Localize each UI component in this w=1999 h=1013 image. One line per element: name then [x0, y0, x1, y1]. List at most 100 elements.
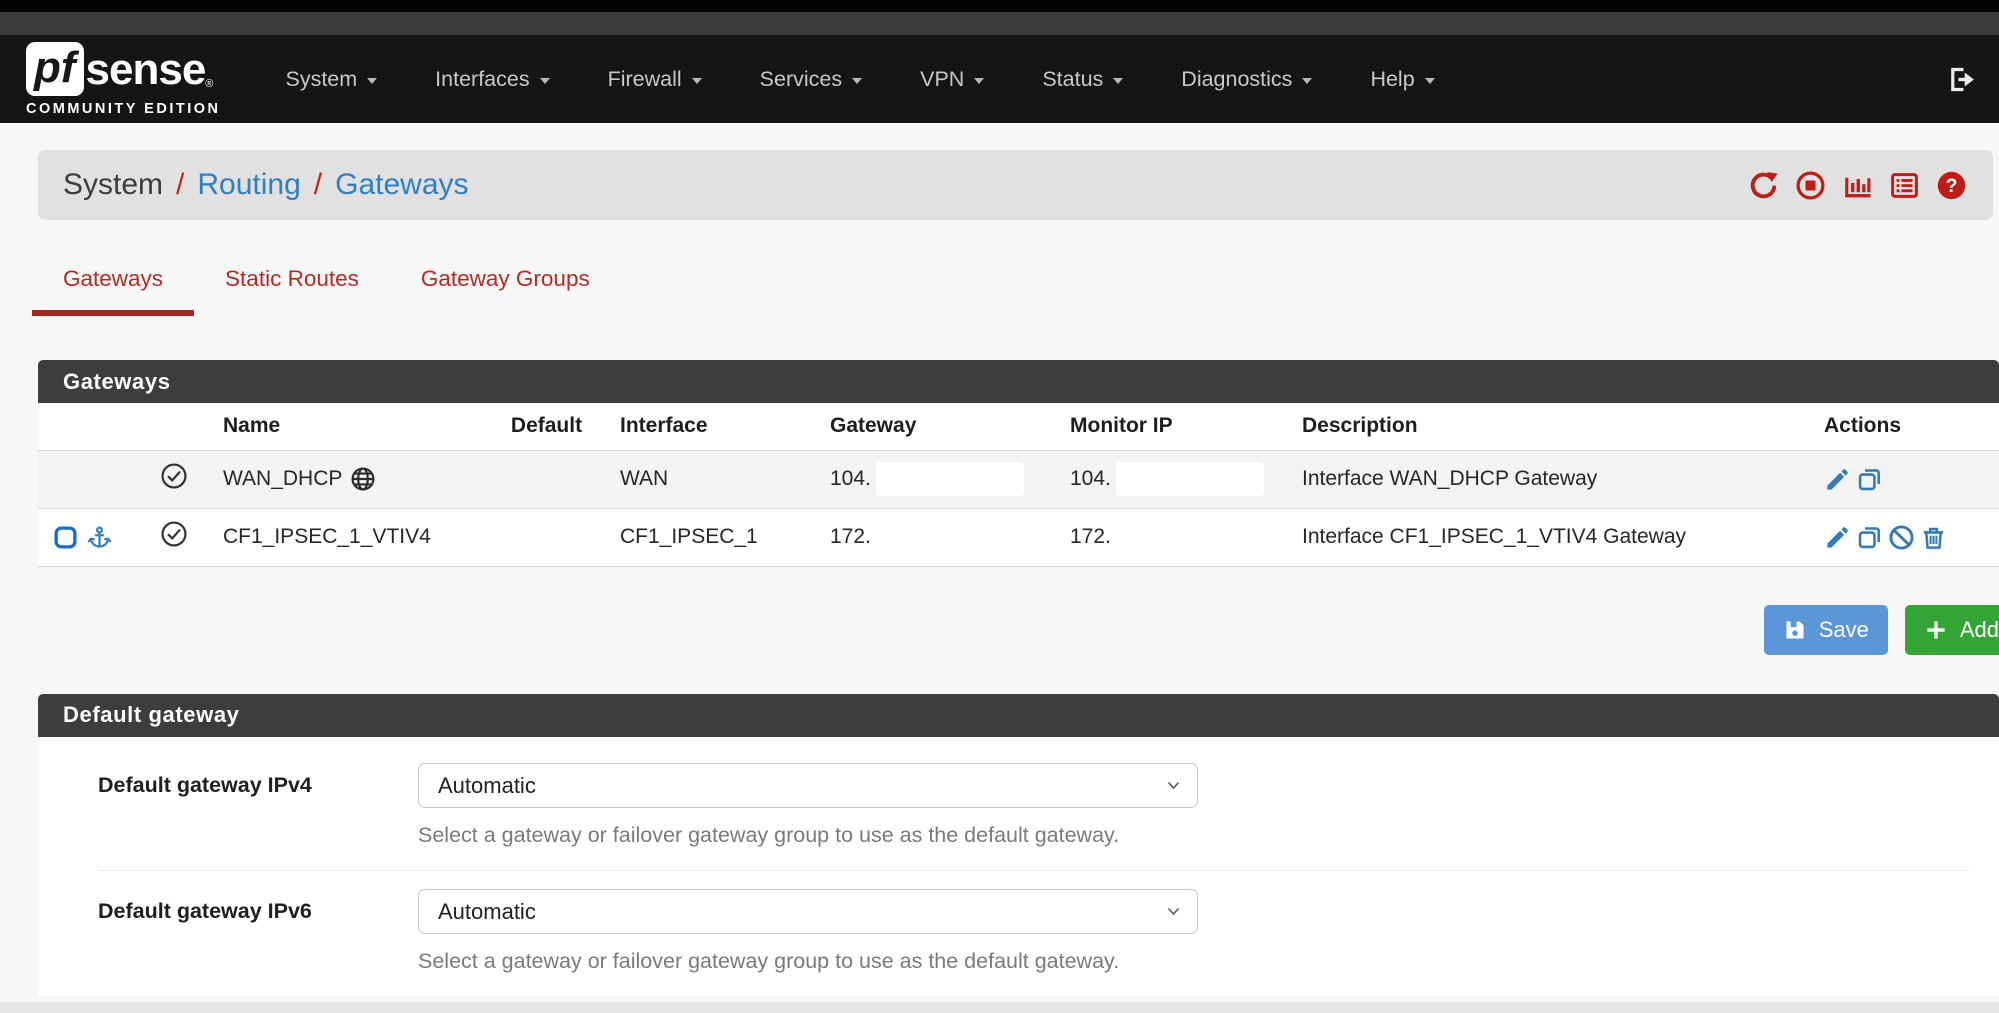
column-header-actions: Actions	[1810, 403, 1999, 450]
delete-action-icon[interactable]	[1920, 524, 1947, 551]
row-select-cell	[38, 525, 145, 550]
field-help-text: Select a gateway or failover gateway gro…	[418, 823, 1198, 848]
column-header-empty	[145, 403, 203, 450]
caret-down-icon	[692, 78, 702, 84]
caret-down-icon	[540, 78, 550, 84]
nav-item-firewall[interactable]: Firewall	[579, 35, 731, 123]
breadcrumb: System/Routing/Gateways	[63, 168, 469, 202]
field-control: Automatic Select a gateway or failover ga…	[418, 763, 1198, 848]
tab-label: Static Routes	[225, 266, 359, 291]
page: pf sense ® COMMUNITY EDITION System Inter…	[0, 0, 1999, 1013]
stop-icon[interactable]	[1795, 170, 1826, 201]
caret-down-icon	[852, 78, 862, 84]
breadcrumb-item-gateways[interactable]: Gateways	[335, 168, 468, 202]
monitor-ip-cell: 172.	[1055, 520, 1290, 554]
tab-gateways[interactable]: Gateways	[32, 266, 194, 316]
add-button[interactable]: Add	[1905, 605, 1999, 655]
nav-item-system[interactable]: System	[256, 35, 406, 123]
field-help-text: Select a gateway or failover gateway gro…	[418, 949, 1198, 974]
nav-item-label: Help	[1370, 67, 1414, 92]
field-control: Automatic Select a gateway or failover ga…	[418, 889, 1198, 974]
button-row: Save Add	[38, 605, 1999, 655]
tab-bar: Gateways Static Routes Gateway Groups	[32, 266, 1999, 316]
select-wrap: Automatic	[418, 889, 1198, 934]
gateway-name-cell: WAN_DHCP	[203, 466, 488, 492]
redacted-ip	[1116, 462, 1264, 496]
default-gateway-form: Default gateway IPv4AutomaticSelect a ga…	[38, 737, 1999, 996]
caret-down-icon	[1425, 78, 1435, 84]
monitor-ip: 172.	[1070, 525, 1111, 549]
default-cell	[488, 508, 605, 566]
anchor-icon[interactable]	[87, 525, 112, 550]
interface-cell: WAN	[605, 450, 815, 508]
description-cell: Interface CF1_IPSEC_1_VTIV4 Gateway	[1290, 508, 1810, 566]
registered-mark: ®	[205, 78, 213, 90]
tab-gateway-groups[interactable]: Gateway Groups	[390, 266, 621, 316]
default-gateway-panel-title: Default gateway	[38, 694, 1999, 737]
tab-static-routes[interactable]: Static Routes	[194, 266, 390, 316]
help-icon[interactable]: ?	[1936, 170, 1967, 201]
column-header-interface: Interface	[605, 403, 815, 450]
gateway-ip: 104.	[830, 467, 871, 491]
breadcrumb-separator: /	[176, 168, 184, 202]
table-row-cf1-ipsec-1-vtiv4: CF1_IPSEC_1_VTIV4CF1_IPSEC_1172.172.Inte…	[38, 508, 1999, 566]
nav-item-label: VPN	[920, 67, 964, 92]
gateways-table: NameDefaultInterfaceGatewayMonitor IPDes…	[38, 403, 1999, 567]
nav-item-vpn[interactable]: VPN	[891, 35, 1013, 123]
redacted-ip	[876, 520, 1024, 554]
nav-item-help[interactable]: Help	[1341, 35, 1463, 123]
gateway-name-cell: CF1_IPSEC_1_VTIV4	[203, 525, 488, 549]
globe-icon	[350, 466, 376, 492]
pfsense-logo[interactable]: pf sense ® COMMUNITY EDITION	[26, 42, 220, 117]
caret-down-icon	[1113, 78, 1123, 84]
save-button[interactable]: Save	[1764, 605, 1888, 655]
disable-action-icon[interactable]	[1888, 524, 1915, 551]
caret-down-icon	[974, 78, 984, 84]
column-header-description: Description	[1290, 403, 1810, 450]
column-header-gateway: Gateway	[815, 403, 1055, 450]
column-header-empty	[38, 403, 145, 450]
description-cell: Interface WAN_DHCP Gateway	[1290, 450, 1810, 508]
caret-down-icon	[367, 78, 377, 84]
table-header-row: NameDefaultInterfaceGatewayMonitor IPDes…	[38, 403, 1999, 450]
copy-action-icon[interactable]	[1856, 466, 1883, 493]
interface-cell: CF1_IPSEC_1	[605, 508, 815, 566]
chart-icon[interactable]	[1842, 170, 1873, 201]
log-icon[interactable]	[1889, 170, 1920, 201]
edit-action-icon[interactable]	[1824, 466, 1851, 493]
window-edge	[0, 0, 1999, 12]
nav-item-services[interactable]: Services	[731, 35, 891, 123]
nav-item-interfaces[interactable]: Interfaces	[406, 35, 578, 123]
default-gateway-ipv4-select[interactable]: Automatic	[418, 763, 1198, 808]
nav-item-label: Services	[760, 67, 842, 92]
select-wrap: Automatic	[418, 763, 1198, 808]
row-select-checkbox-icon[interactable]	[53, 525, 78, 550]
nav-item-label: Diagnostics	[1181, 67, 1292, 92]
refresh-icon[interactable]	[1748, 170, 1779, 201]
nav-item-status[interactable]: Status	[1013, 35, 1152, 123]
edit-action-icon[interactable]	[1824, 524, 1851, 551]
gateways-panel: Gateways NameDefaultInterfaceGatewayMoni…	[38, 360, 1999, 567]
form-row-default-gateway-ipv6: Default gateway IPv6AutomaticSelect a ga…	[98, 870, 1969, 996]
plus-icon	[1924, 618, 1948, 642]
redacted-ip	[876, 462, 1024, 496]
gateways-panel-title: Gateways	[38, 360, 1999, 403]
breadcrumb-separator: /	[314, 168, 322, 202]
sign-out-icon[interactable]	[1946, 64, 1977, 95]
gateway-ip-cell: 172.	[815, 520, 1055, 554]
gateway-ip-cell: 104.	[815, 462, 1055, 496]
copy-action-icon[interactable]	[1856, 524, 1883, 551]
community-edition-label: COMMUNITY EDITION	[26, 101, 220, 117]
column-header-monitor-ip: Monitor IP	[1055, 403, 1290, 450]
default-cell	[488, 450, 605, 508]
monitor-ip: 104.	[1070, 467, 1111, 491]
nav-item-diagnostics[interactable]: Diagnostics	[1152, 35, 1341, 123]
breadcrumb-item-routing[interactable]: Routing	[197, 168, 300, 202]
tab-label: Gateway Groups	[421, 266, 590, 291]
column-header-name: Name	[203, 403, 488, 450]
default-gateway-ipv6-select[interactable]: Automatic	[418, 889, 1198, 934]
nav-item-label: System	[285, 67, 357, 92]
nav-menu: System InterfacesFirewall Services VPN Statu…	[256, 35, 1463, 123]
gateway-status-online-icon	[160, 520, 188, 548]
svg-text:?: ?	[1946, 175, 1958, 197]
